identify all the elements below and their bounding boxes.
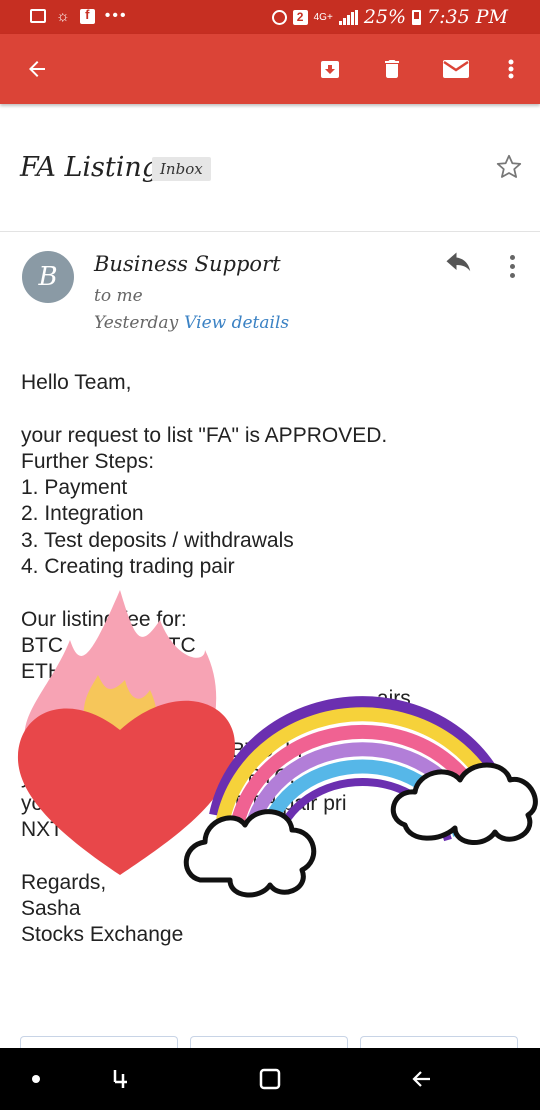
alarm-icon [271,9,287,25]
message-more-button[interactable] [500,250,524,282]
mark-unread-button[interactable] [437,50,475,88]
back-nav-button[interactable] [405,1062,439,1096]
delete-icon [385,60,399,78]
email-date: Yesterday [94,313,179,333]
back-nav-icon [412,1071,430,1087]
nav-dot-button[interactable] [19,1062,53,1096]
system-nav-bar [0,1048,540,1110]
sender-avatar[interactable]: B [22,251,74,303]
more-vert-icon [508,59,514,79]
date-line: Yesterday View details [94,313,289,333]
weather-notification-icon: ☼ [56,7,70,25]
recents-button[interactable] [103,1062,137,1096]
battery-percent: 25% [363,6,407,28]
back-button[interactable] [18,50,56,88]
email-subject: FA Listing [20,152,160,183]
inbox-label[interactable]: Inbox [152,157,211,181]
notification-count: 2 [292,9,308,25]
email-toolbar [0,34,540,104]
star-icon [496,154,522,178]
status-bar: ☼ f ••• 2 4G+ 25% 7:35 PM [0,0,540,34]
battery-icon [412,9,422,25]
subject-row: FA Listing Inbox [0,140,540,200]
more-notifications-icon: ••• [104,7,128,24]
reply-button[interactable] [444,252,478,280]
reply-icon [446,252,471,272]
clock: 7:35 PM [427,6,508,28]
recents-icon [113,1070,127,1088]
reply-actions [20,1036,520,1056]
archive-icon [321,61,339,78]
archive-button[interactable] [311,50,349,88]
more-options-button[interactable] [492,50,530,88]
home-button[interactable] [253,1062,287,1096]
network-type: 4G+ [313,11,333,23]
signal-icon [338,9,358,25]
email-body: Hello Team, your request to list "FA" is… [21,371,411,947]
sender-name: Business Support [94,252,281,276]
home-icon [259,1068,281,1090]
more-vert-icon [509,254,515,260]
star-button[interactable] [494,152,524,187]
divider [0,231,540,232]
dot-icon [32,1075,40,1083]
back-arrow-icon [29,61,45,77]
delete-button[interactable] [373,50,411,88]
facebook-notification-icon: f [79,8,95,24]
view-details-link[interactable]: View details [184,313,289,333]
gallery-notification-icon [30,9,46,23]
recipient-line: to me [94,286,143,306]
mark-unread-icon [443,60,469,78]
